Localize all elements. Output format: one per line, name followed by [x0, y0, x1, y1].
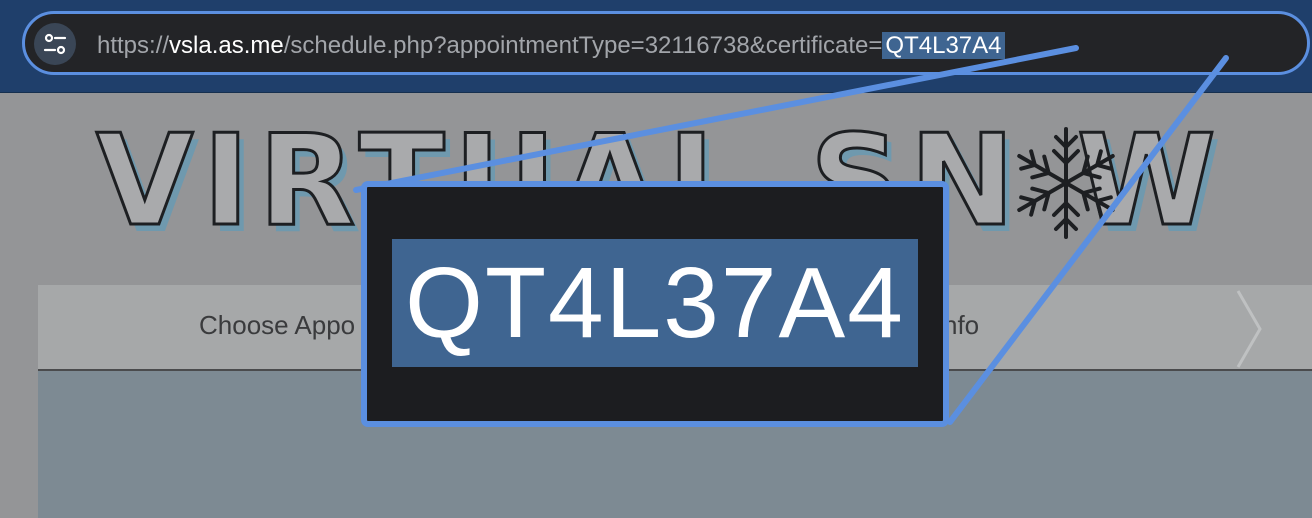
zoom-callout: QT4L37A4 [361, 181, 949, 427]
zoomed-certificate-code: QT4L37A4 [392, 239, 918, 367]
